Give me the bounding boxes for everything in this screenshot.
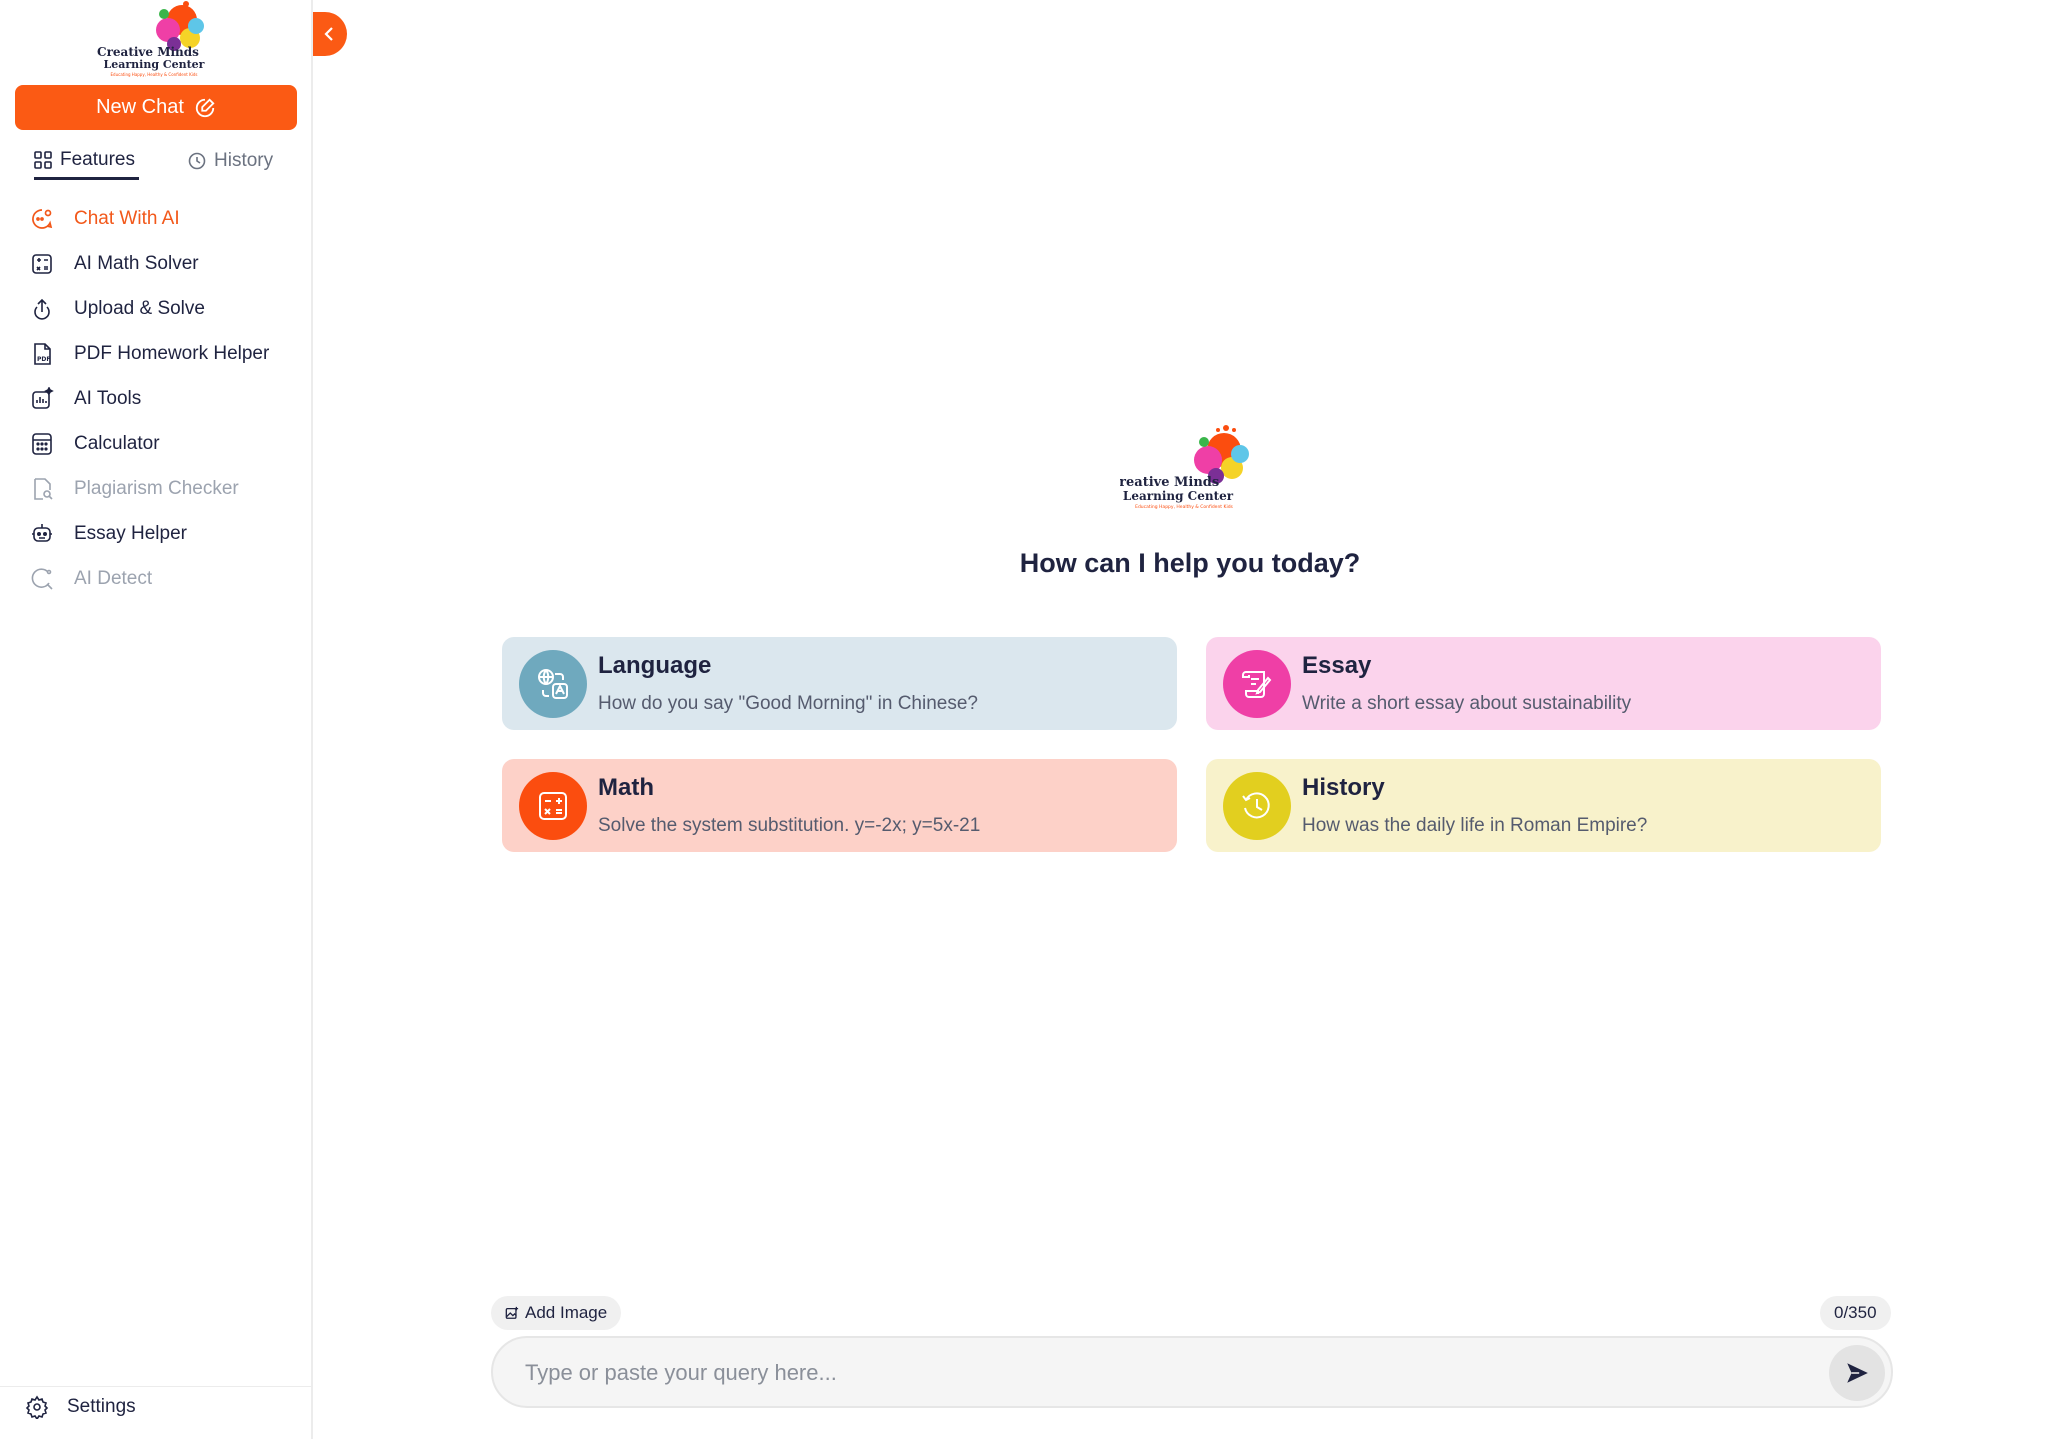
hero-logo-text-line2: Learning Center <box>1123 489 1234 503</box>
add-image-label: Add Image <box>525 1303 608 1322</box>
math-icon <box>519 772 587 840</box>
settings-button[interactable]: Settings <box>25 1395 136 1419</box>
grid-icon <box>34 150 52 169</box>
sidebar-item-label: AI Detect <box>74 567 153 589</box>
sidebar-item-label: Upload & Solve <box>74 297 205 319</box>
new-chat-button[interactable]: New Chat <box>15 85 297 130</box>
logo-text-line2: Learning Center <box>104 58 205 71</box>
svg-text:PDF: PDF <box>37 356 50 363</box>
collapse-sidebar-button[interactable] <box>313 12 347 56</box>
sidebar-item-label: Chat With AI <box>74 207 180 229</box>
logo-text-line1: Creative Minds <box>97 45 199 59</box>
sidebar-item-calculator[interactable]: Calculator <box>30 421 300 466</box>
new-chat-edit-icon <box>195 97 215 117</box>
sidebar-item-ai-math-solver[interactable]: AI Math Solver <box>30 241 300 286</box>
sidebar-item-label: Essay Helper <box>74 522 187 544</box>
hero-logo-text-line1: Creative Minds <box>1120 475 1219 490</box>
clock-icon <box>188 152 206 170</box>
suggestion-card-essay[interactable]: Essay Write a short essay about sustaina… <box>1206 637 1881 730</box>
send-icon <box>1847 1363 1868 1383</box>
tab-features-label: Features <box>60 148 135 170</box>
add-image-icon <box>505 1306 519 1319</box>
tab-features[interactable]: Features <box>34 142 139 180</box>
sidebar-item-label: AI Tools <box>74 387 142 409</box>
character-counter: 0/350 <box>1820 1296 1891 1330</box>
sidebar-item-essay-helper[interactable]: Essay Helper <box>30 511 300 556</box>
sidebar-item-upload-solve[interactable]: Upload & Solve <box>30 286 300 331</box>
ai-tools-icon <box>30 386 54 411</box>
suggestion-card-math[interactable]: Math Solve the system substitution. y=-2… <box>502 759 1177 852</box>
sidebar-item-label: AI Math Solver <box>74 252 199 274</box>
plagiarism-icon <box>30 477 54 501</box>
logo-tagline: Educating Happy, Healthy & Confident Kid… <box>111 72 198 77</box>
upload-icon <box>30 297 54 321</box>
sidebar-item-label: Calculator <box>74 432 160 454</box>
settings-label: Settings <box>67 1396 136 1417</box>
card-title: Language <box>598 652 712 679</box>
suggestion-card-history[interactable]: History How was the daily life in Roman … <box>1206 759 1881 852</box>
query-input[interactable] <box>525 1356 1775 1390</box>
query-box <box>491 1336 1893 1408</box>
suggestion-card-language[interactable]: Language How do you say "Good Morning" i… <box>502 637 1177 730</box>
send-button[interactable] <box>1829 1345 1885 1401</box>
new-chat-label: New Chat <box>96 96 184 118</box>
translate-icon <box>519 650 587 718</box>
essay-scroll-icon <box>1223 650 1291 718</box>
add-image-button[interactable]: Add Image <box>491 1296 622 1330</box>
hero-logo: Creative Minds Learning Center Educating… <box>1120 425 1249 510</box>
pdf-icon: PDF <box>30 342 54 366</box>
card-subtitle: Solve the system substitution. y=-2x; y=… <box>598 815 981 836</box>
history-clock-icon <box>1223 772 1291 840</box>
card-title: Essay <box>1302 652 1372 679</box>
card-subtitle: How was the daily life in Roman Empire? <box>1302 815 1648 836</box>
tab-history[interactable]: History <box>188 142 273 180</box>
card-subtitle: How do you say "Good Morning" in Chinese… <box>598 693 978 714</box>
card-title: Math <box>598 774 654 801</box>
chat-ai-icon <box>30 207 54 231</box>
sidebar-item-label: PDF Homework Helper <box>74 342 270 364</box>
page-title: How can I help you today? <box>1019 548 1361 578</box>
card-subtitle: Write a short essay about sustainability <box>1302 693 1632 714</box>
sidebar-item-chat-with-ai[interactable]: Chat With AI <box>30 196 300 241</box>
hero-logo-tagline: Educating Happy, Healthy & Confident Kid… <box>1135 504 1233 510</box>
ai-detect-icon <box>30 567 54 591</box>
sidebar-item-label: Plagiarism Checker <box>74 477 239 499</box>
chevron-left-icon <box>324 27 333 41</box>
brand-logo[interactable]: Creative Minds Learning Center Educating… <box>86 0 226 80</box>
sidebar-divider <box>0 1386 313 1387</box>
sidebar-tabs: Features History <box>30 142 300 182</box>
essay-helper-icon <box>30 522 54 546</box>
sidebar-item-plagiarism-checker[interactable]: Plagiarism Checker <box>30 466 300 511</box>
gear-icon <box>25 1395 49 1419</box>
tab-history-label: History <box>214 150 274 171</box>
sidebar-item-ai-detect[interactable]: AI Detect <box>30 556 300 601</box>
feature-nav: Chat With AI AI Math Solver Upload & Sol… <box>30 196 300 601</box>
sidebar: Creative Minds Learning Center Educating… <box>0 0 313 1439</box>
sidebar-item-ai-tools[interactable]: AI Tools <box>30 376 300 421</box>
card-title: History <box>1302 774 1385 801</box>
calculator-icon <box>30 432 54 456</box>
math-solver-icon <box>30 252 54 276</box>
sidebar-item-pdf-homework-helper[interactable]: PDF PDF Homework Helper <box>30 331 300 376</box>
